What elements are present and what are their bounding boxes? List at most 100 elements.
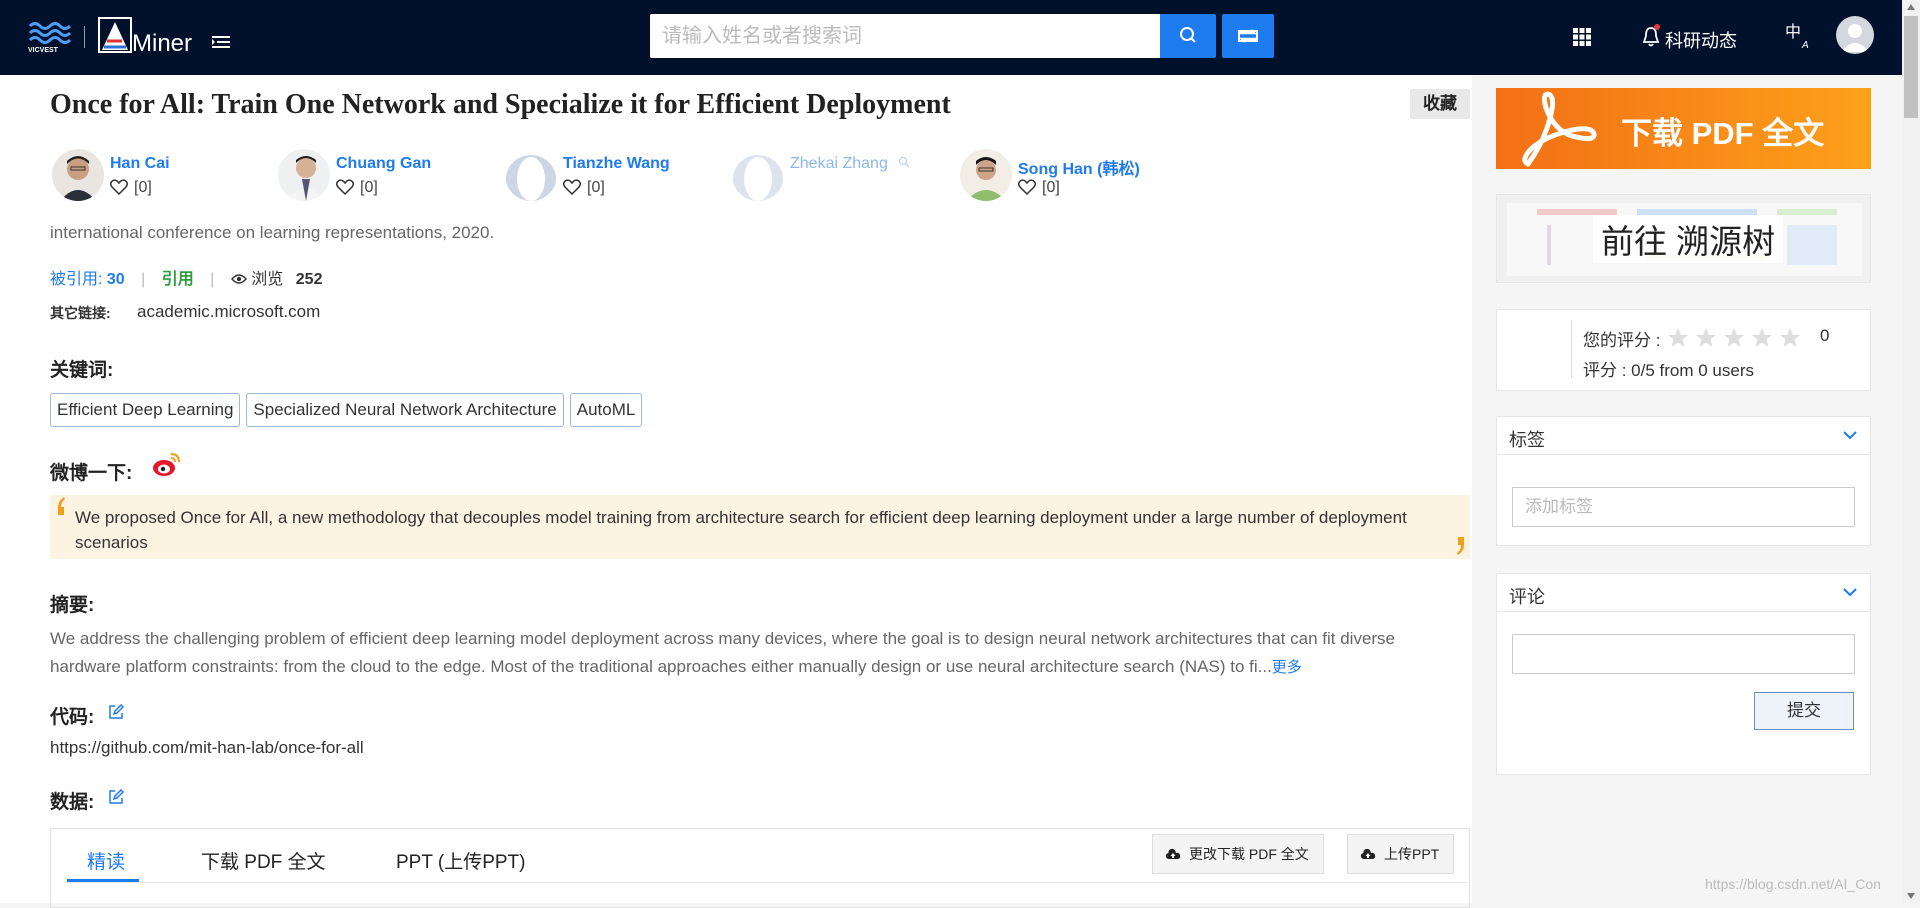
author-like[interactable]: [0] [562, 179, 605, 197]
author-like[interactable]: [0] [335, 179, 378, 197]
author-photo [278, 149, 330, 201]
author-name[interactable]: Tianzhe Wang [563, 155, 670, 173]
tab-download-pdf[interactable]: 下载 PDF 全文 [201, 847, 326, 874]
author-avatar[interactable] [278, 149, 330, 201]
lang-label: 中 [1785, 22, 1801, 41]
favorite-button[interactable]: 收藏 [1410, 89, 1470, 119]
upload-ppt-label: 上传PPT [1384, 846, 1440, 862]
star-icon[interactable] [1751, 327, 1773, 348]
chevron-down-icon[interactable] [1842, 429, 1858, 441]
user-avatar[interactable] [1836, 16, 1874, 54]
submit-comment-button[interactable]: 提交 [1754, 692, 1854, 730]
research-news-link[interactable]: 科研动态 [1665, 27, 1737, 53]
your-rating-count: 0 [1820, 326, 1830, 345]
download-pdf-banner[interactable]: 下载 PDF 全文 [1496, 88, 1871, 169]
paper-stats: 被引用: 30 | 引用 | 浏览 252 [50, 265, 322, 289]
star-icon[interactable] [1723, 327, 1745, 348]
data-label: 数据 [50, 792, 89, 813]
star-icon[interactable] [1779, 327, 1801, 348]
edit-data-icon[interactable] [108, 789, 124, 805]
weibo-quote: We proposed Once for All, a new methodol… [50, 495, 1470, 559]
user-avatar-icon [1841, 24, 1869, 52]
content-tabs: 精读 下载 PDF 全文 PPT (上传PPT) 更改下载 PDF 全文 上传P… [50, 828, 1470, 908]
comments-panel-header[interactable]: 评论 [1497, 574, 1870, 612]
heart-icon [109, 179, 129, 196]
author-name[interactable]: Zhekai Zhang [790, 155, 910, 173]
author-like[interactable]: [0] [1017, 179, 1060, 197]
author-name[interactable]: Song Han (韩松) [1018, 155, 1140, 179]
change-pdf-button[interactable]: 更改下载 PDF 全文 [1152, 834, 1324, 874]
logo-divider [84, 26, 85, 48]
apps-grid-icon[interactable] [1573, 28, 1591, 46]
paper-detail-panel: Once for All: Train One Network and Spec… [0, 75, 1472, 908]
keyword-tag[interactable]: Specialized Neural Network Architecture [246, 393, 564, 427]
cited-by-label[interactable]: 被引用: [50, 271, 102, 288]
search-icon[interactable] [898, 156, 910, 168]
author-name[interactable]: Han Cai [110, 155, 170, 173]
comment-input[interactable] [1512, 634, 1855, 674]
chevron-down-icon[interactable] [1842, 586, 1858, 598]
keyword-tag[interactable]: Efficient Deep Learning [50, 393, 241, 427]
weibo-icon[interactable] [152, 451, 182, 479]
weibo-heading: 微博一下: [50, 458, 132, 485]
abstract-text: We address the challenging problem of ef… [50, 625, 1450, 682]
aminer-logo-text: Miner [132, 30, 193, 57]
rating-summary: 评分 : 0/5 from 0 users [1583, 361, 1754, 380]
author-photo [52, 149, 104, 201]
data-heading: 数据: [50, 787, 94, 814]
cited-by-count[interactable]: 30 [107, 271, 125, 288]
vicvest-logo-icon[interactable]: VICVEST [26, 20, 72, 54]
author-avatar[interactable] [732, 149, 784, 201]
tab-ppt[interactable]: PPT (上传PPT) [396, 847, 526, 874]
scroll-up-arrow[interactable] [1907, 4, 1915, 10]
watermark-text: https://blog.csdn.net/AI_Con [1705, 876, 1881, 892]
scrollbar-thumb[interactable] [1904, 16, 1918, 118]
author-name[interactable]: Chuang Gan [336, 155, 431, 173]
keywords-heading: 关键词: [50, 355, 113, 382]
active-tab-indicator [67, 879, 139, 882]
heart-icon [335, 179, 355, 196]
page-scrollbar[interactable] [1902, 0, 1920, 903]
code-heading: 代码: [50, 702, 94, 729]
upload-ppt-button[interactable]: 上传PPT [1347, 834, 1455, 874]
abstract-heading: 摘要: [50, 590, 94, 617]
tags-title: 标签 [1509, 430, 1545, 450]
scroll-down-arrow[interactable] [1907, 893, 1915, 899]
paper-title: Once for All: Train One Network and Spec… [50, 89, 951, 120]
aminer-logo-icon[interactable] [98, 17, 132, 53]
like-count: [0] [587, 179, 605, 196]
edit-code-icon[interactable] [108, 704, 124, 720]
other-link[interactable]: academic.microsoft.com [137, 302, 320, 322]
quote-open-icon [58, 497, 65, 515]
tab-deep-read[interactable]: 精读 [87, 847, 125, 874]
add-tag-input[interactable] [1512, 487, 1855, 527]
weibo-colon: : [126, 463, 133, 484]
rating-card: 您的评分 : 0 评分 : 0/5 from 0 users [1496, 309, 1871, 391]
comments-title: 评论 [1509, 587, 1545, 607]
lang-sub-label: A [1801, 40, 1809, 50]
author-like[interactable]: [0] [109, 179, 152, 197]
star-icon[interactable] [1667, 327, 1689, 348]
abstract-label: 摘要 [50, 595, 89, 616]
search-input[interactable] [650, 14, 1160, 58]
language-switch-icon[interactable]: 中 A [1785, 22, 1813, 50]
abstract-more-link[interactable]: 更多 [1272, 659, 1302, 676]
author-avatar[interactable] [505, 149, 557, 201]
menu-icon[interactable] [212, 35, 230, 49]
rating-stars[interactable] [1667, 327, 1807, 353]
keyword-tag[interactable]: AutoML [569, 393, 643, 427]
star-icon[interactable] [1695, 327, 1717, 348]
author-avatar[interactable] [960, 149, 1012, 201]
placeholder-avatar-icon [732, 149, 784, 201]
tab-divider [67, 882, 1467, 883]
search-button[interactable] [1160, 14, 1216, 58]
swap-search-button[interactable] [1222, 14, 1274, 58]
top-navbar: VICVEST Miner 科研动态 中 A [0, 0, 1920, 75]
code-url-link[interactable]: https://github.com/mit-han-lab/once-for-… [50, 738, 364, 758]
citation-tree-banner[interactable]: 前往 溯源树 [1496, 194, 1871, 283]
download-pdf-label: 下载 PDF 全文 [1621, 116, 1825, 151]
tags-panel-header[interactable]: 标签 [1497, 417, 1870, 455]
author-avatar[interactable] [52, 149, 104, 201]
abstract-body: We address the challenging problem of ef… [50, 629, 1396, 676]
cite-button[interactable]: 引用 [162, 271, 194, 288]
